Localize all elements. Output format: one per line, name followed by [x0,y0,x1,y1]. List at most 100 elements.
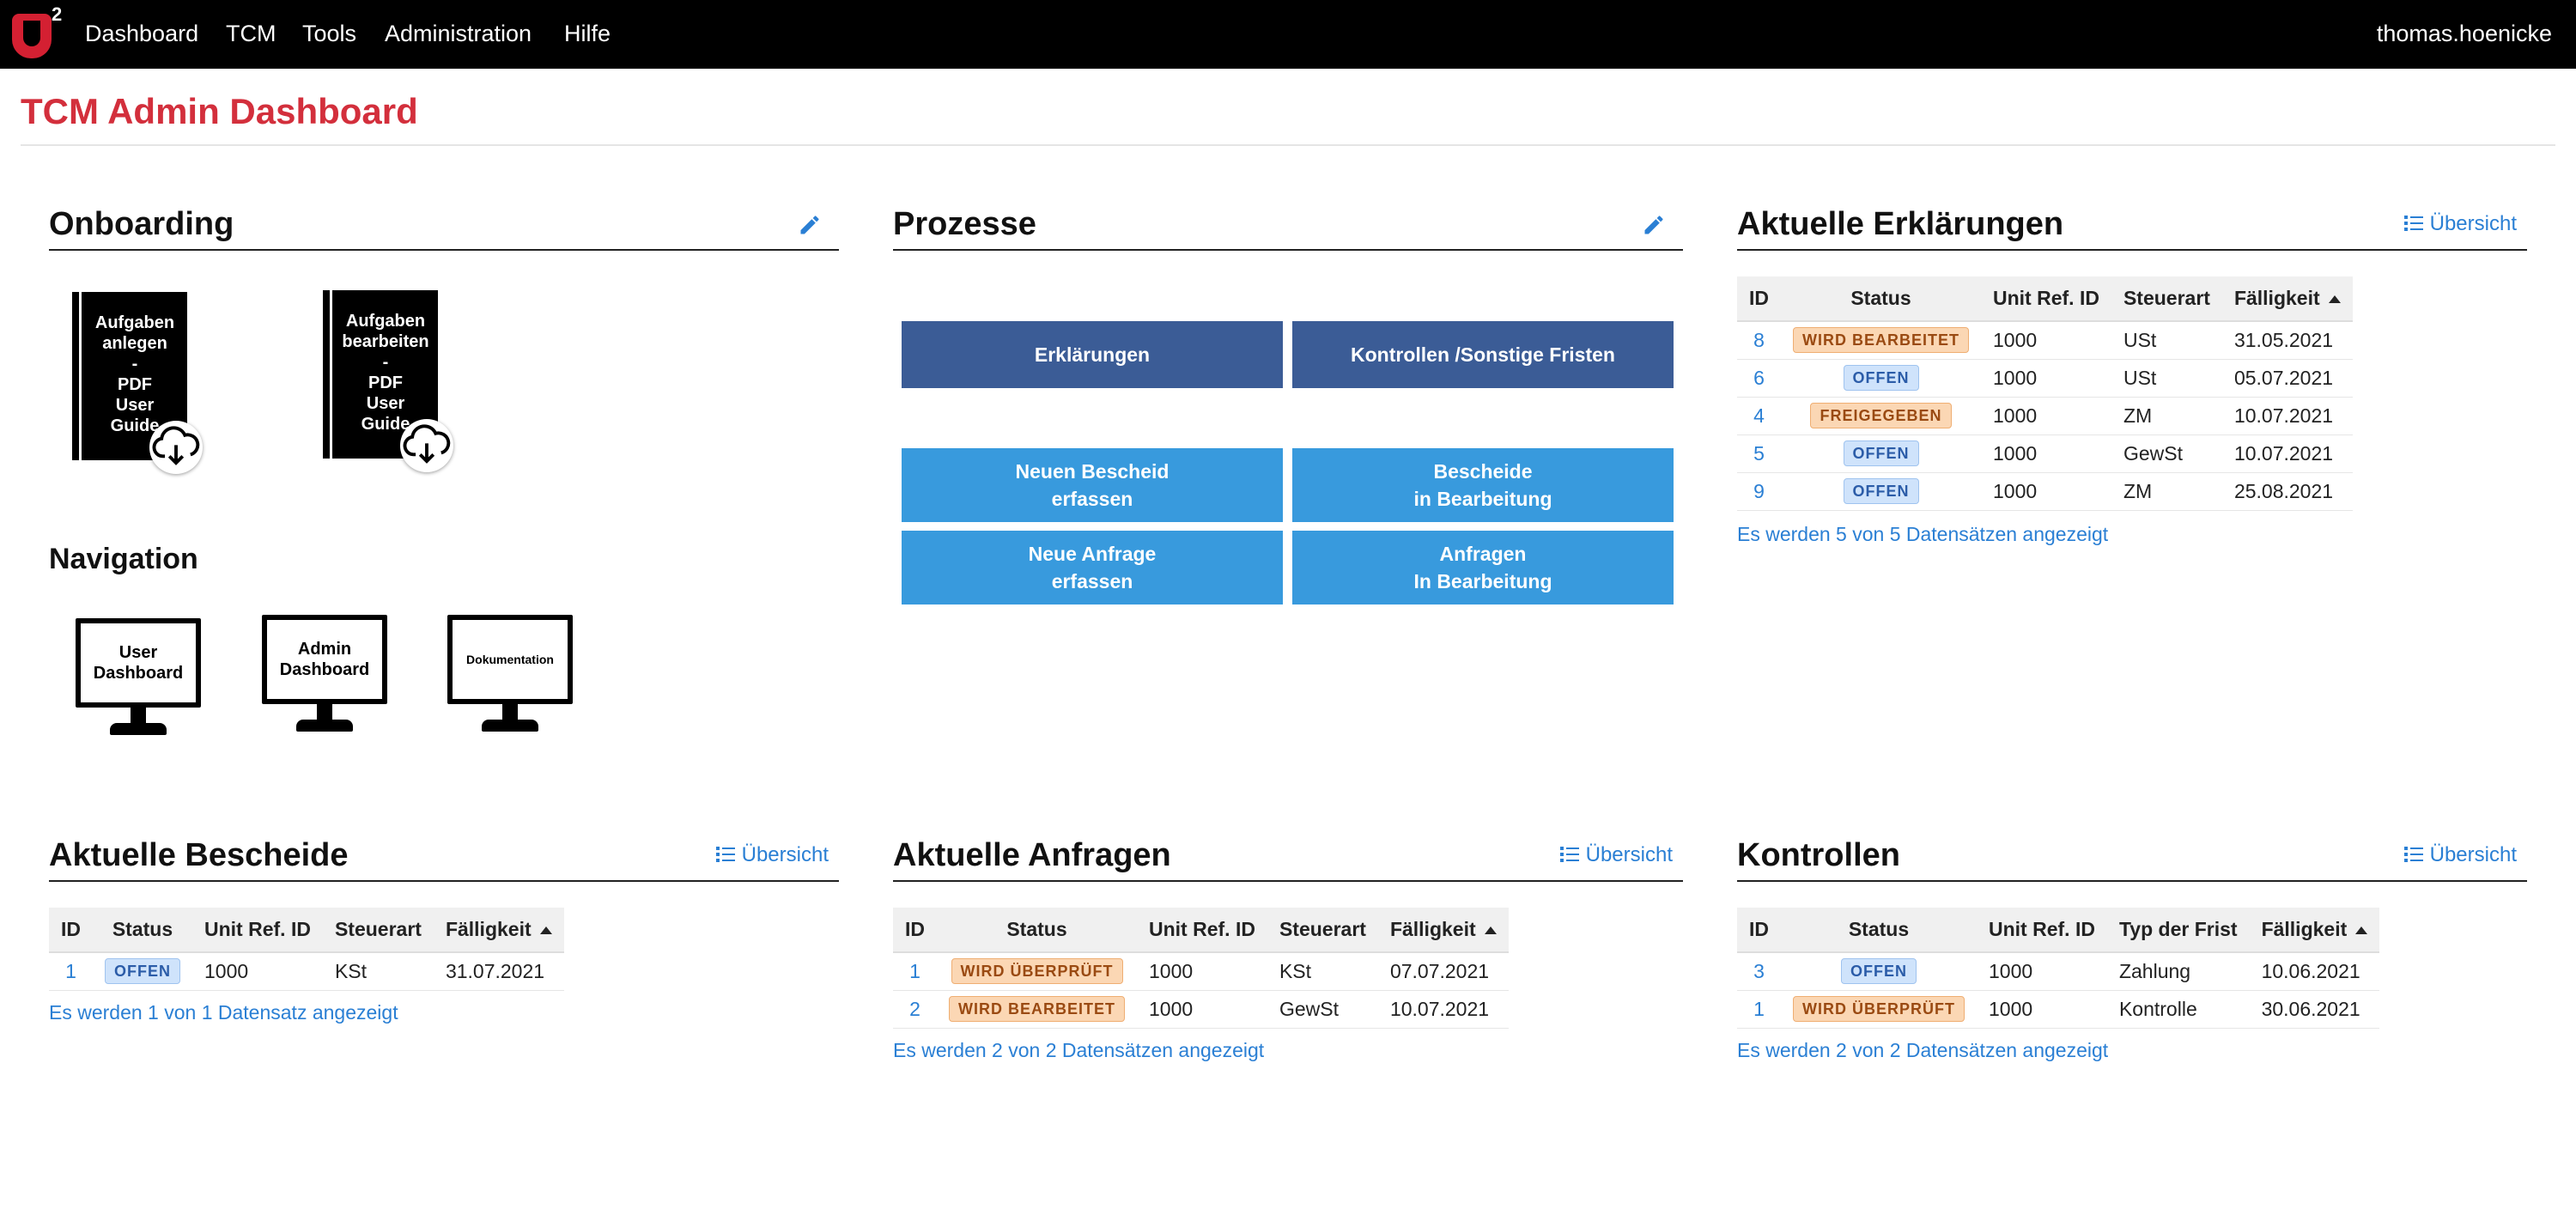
col-id[interactable]: ID [1737,276,1781,322]
cloud-download-icon[interactable] [400,419,453,472]
table-row[interactable]: 6 OFFEN 1000 USt 05.07.2021 [1737,359,2353,398]
col-steuerart[interactable]: Steuerart [2111,276,2222,322]
row-id[interactable]: 1 [49,952,93,991]
table-header-row: ID Status Unit Ref. ID Steuerart Fälligk… [893,908,1509,953]
kontrollen-table: ID Status Unit Ref. ID Typ der Frist Fäl… [1737,908,2380,1029]
u2-logo[interactable]: U 2 [12,3,62,58]
table-row[interactable]: 4 FREIGEGEBEN 1000 ZM 10.07.2021 [1737,397,2353,435]
anfragen-bearbeitung-button[interactable]: Anfragen In Bearbeitung [1292,531,1674,604]
cell-unit: 1000 [1981,472,2111,511]
col-typ[interactable]: Typ der Frist [2106,908,2250,953]
erklaerungen-record-count: Es werden 5 von 5 Datensätzen angezeigt [1737,523,2109,545]
guide-aufgaben-anlegen[interactable]: Aufgaben anlegen - PDF User Guide [72,292,203,474]
col-faelligkeit[interactable]: Fälligkeit [433,908,564,953]
table-row[interactable]: 1 WIRD ÜBERPRÜFT 1000 Kontrolle 30.06.20… [1737,990,2380,1029]
row-id[interactable]: 6 [1737,359,1781,398]
row-id[interactable]: 3 [1737,952,1781,991]
erklaerungen-title: Aktuelle Erklärungen [1737,206,2064,242]
cell-unit: 1000 [1137,990,1267,1029]
user-menu[interactable]: thomas.hoenicke [2377,19,2552,48]
link-label: Übersicht [2429,212,2517,235]
table-row[interactable]: 1 OFFEN 1000 KSt 31.07.2021 [49,952,564,991]
nav-tcm[interactable]: TCM [226,19,276,48]
cell-unit: 1000 [1977,990,2107,1029]
monitor-label: Admin Dashboard [279,640,370,679]
cell-faelligkeit: 31.07.2021 [433,952,564,991]
onboarding-title: Onboarding [49,206,234,242]
col-steuerart[interactable]: Steuerart [1267,908,1378,953]
bescheide-bearbeitung-button[interactable]: Bescheide in Bearbeitung [1292,448,1674,522]
table-row[interactable]: 1 WIRD ÜBERPRÜFT 1000 KSt 07.07.2021 [893,952,1509,991]
col-status[interactable]: Status [93,908,192,953]
nav-tools[interactable]: Tools [302,19,356,48]
sort-asc-icon [1484,926,1497,934]
nav-hilfe[interactable]: Hilfe [564,19,611,48]
table-row[interactable]: 3 OFFEN 1000 Zahlung 10.06.2021 [1737,952,2380,991]
monitor-label: Dokumentation [466,653,554,666]
col-unit[interactable]: Unit Ref. ID [192,908,323,953]
page-title: TCM Admin Dashboard [21,91,418,131]
erklaerungen-uebersicht-link[interactable]: Übersicht [2403,211,2517,237]
table-row[interactable]: 5 OFFEN 1000 GewSt 10.07.2021 [1737,434,2353,473]
monitor-admin-dashboard[interactable]: Admin Dashboard [262,615,391,735]
row-id[interactable]: 1 [893,952,937,991]
pencil-icon[interactable] [798,213,822,237]
anfragen-header: Aktuelle Anfragen Übersicht [893,830,1683,882]
row-id[interactable]: 8 [1737,321,1781,360]
bescheide-title: Aktuelle Bescheide [49,837,349,873]
bescheide-uebersicht-link[interactable]: Übersicht [715,842,829,868]
cell-unit: 1000 [1981,397,2111,435]
col-unit[interactable]: Unit Ref. ID [1977,908,2107,953]
col-steuerart[interactable]: Steuerart [322,908,434,953]
cell-steuerart: KSt [1267,952,1378,991]
anfragen-record-count: Es werden 2 von 2 Datensätzen angezeigt [893,1039,1265,1061]
col-faelligkeit[interactable]: Fälligkeit [2249,908,2380,953]
row-id[interactable]: 2 [893,990,937,1029]
status-badge: WIRD ÜBERPRÜFT [1793,996,1965,1022]
anfragen-uebersicht-link[interactable]: Übersicht [1559,842,1673,868]
cell-typ: Zahlung [2106,952,2250,991]
col-id[interactable]: ID [49,908,93,953]
col-status[interactable]: Status [1781,276,1981,322]
status-badge: OFFEN [1843,365,1919,391]
row-id[interactable]: 9 [1737,472,1781,511]
row-id[interactable]: 5 [1737,434,1781,473]
neue-anfrage-button[interactable]: Neue Anfrage erfassen [902,531,1283,604]
table-header-row: ID Status Unit Ref. ID Steuerart Fälligk… [1737,276,2353,322]
row-id[interactable]: 1 [1737,990,1781,1029]
col-id[interactable]: ID [1737,908,1781,953]
sort-asc-icon [539,926,552,934]
table-row[interactable]: 2 WIRD BEARBEITET 1000 GewSt 10.07.2021 [893,990,1509,1029]
table-row[interactable]: 8 WIRD BEARBEITET 1000 USt 31.05.2021 [1737,321,2353,360]
prozesse-title: Prozesse [893,206,1036,242]
table-row[interactable]: 9 OFFEN 1000 ZM 25.08.2021 [1737,472,2353,511]
pencil-icon[interactable] [1642,213,1666,237]
sort-asc-icon [2328,295,2341,303]
kontrollen-uebersicht-link[interactable]: Übersicht [2403,842,2517,868]
guide-aufgaben-bearbeiten[interactable]: Aufgaben bearbeiten - PDF User Guide [323,290,453,472]
monitor-dokumentation[interactable]: Dokumentation [447,615,576,735]
erklaerungen-button[interactable]: Erklärungen [902,321,1283,388]
cell-faelligkeit: 07.07.2021 [1377,952,1509,991]
link-label: Übersicht [2429,843,2517,866]
col-unit[interactable]: Unit Ref. ID [1981,276,2111,322]
nav-dashboard[interactable]: Dashboard [85,19,198,48]
monitor-user-dashboard[interactable]: User Dashboard [76,618,204,738]
col-unit[interactable]: Unit Ref. ID [1137,908,1267,953]
col-id[interactable]: ID [893,908,937,953]
col-status[interactable]: Status [937,908,1137,953]
row-id[interactable]: 4 [1737,397,1781,435]
erklaerungen-header: Aktuelle Erklärungen Übersicht [1737,199,2527,251]
col-faelligkeit[interactable]: Fälligkeit [1377,908,1509,953]
erklaerungen-table: ID Status Unit Ref. ID Steuerart Fälligk… [1737,276,2353,511]
cloud-download-icon[interactable] [149,421,203,474]
top-navbar: U 2 Dashboard TCM Tools Administration H… [0,0,2576,69]
nav-administration[interactable]: Administration [385,19,532,48]
col-faelligkeit[interactable]: Fälligkeit [2221,276,2353,322]
status-badge: OFFEN [105,958,180,985]
col-status[interactable]: Status [1781,908,1977,953]
neuer-bescheid-button[interactable]: Neuen Bescheid erfassen [902,448,1283,522]
cell-typ: Kontrolle [2106,990,2250,1029]
kontrollen-title: Kontrollen [1737,837,1900,873]
kontrollen-fristen-button[interactable]: Kontrollen /Sonstige Fristen [1292,321,1674,388]
